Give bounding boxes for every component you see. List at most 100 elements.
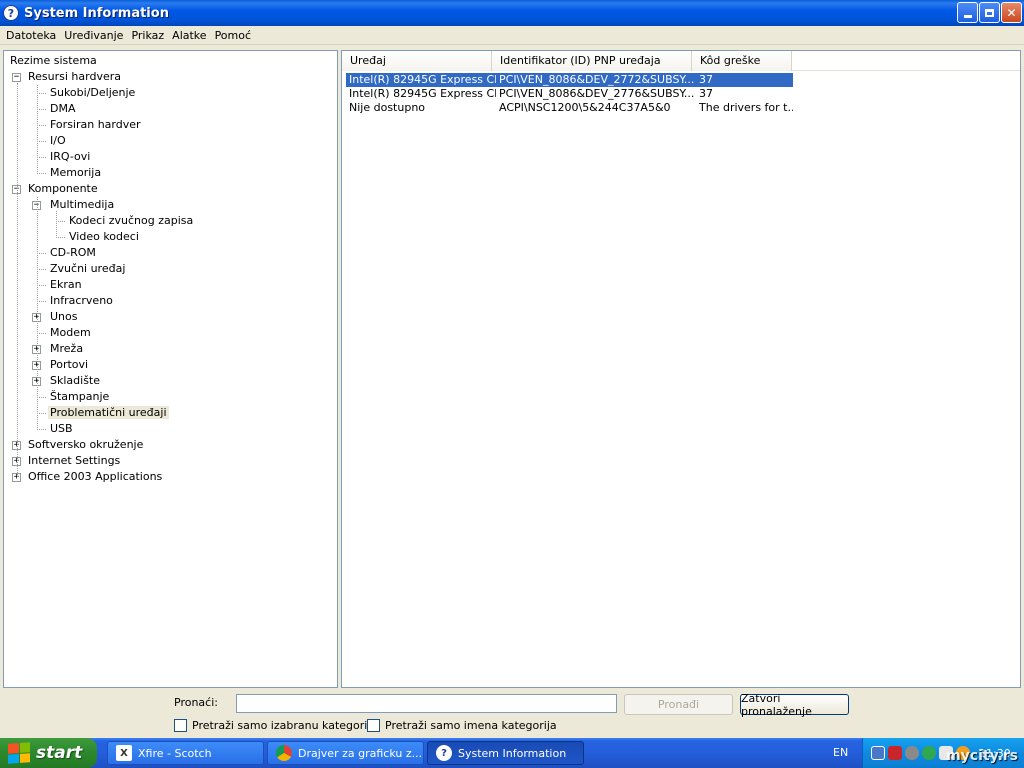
tree-item[interactable]: Skladište xyxy=(48,373,102,389)
close-icon: ✕ xyxy=(1006,5,1017,20)
tree-item-label: Portovi xyxy=(50,358,89,371)
column-header-error-code[interactable]: Kôd greške xyxy=(692,51,792,71)
search-selected-category-checkbox[interactable] xyxy=(174,719,187,732)
menu-item-pomoć[interactable]: Pomoć xyxy=(211,29,255,42)
tree-item[interactable]: I/O xyxy=(48,133,68,149)
antivirus-shield-icon[interactable] xyxy=(888,746,902,760)
menu-item-uređivanje[interactable]: Uređivanje xyxy=(60,29,127,42)
pnp-id-cell: PCI\VEN_8086&DEV_2772&SUBSY... xyxy=(499,73,695,86)
taskbar-item-label: System Information xyxy=(458,746,567,760)
device-cell: Nije dostupno xyxy=(349,101,426,114)
tree-item[interactable]: Kodeci zvučnog zapisa xyxy=(67,213,195,229)
tree-item[interactable]: CD-ROM xyxy=(48,245,98,261)
table-row[interactable]: Intel(R) 82945G Express Chi...PCI\VEN_80… xyxy=(346,73,793,87)
column-header-pnp-id[interactable]: Identifikator (ID) PNP uređaja xyxy=(492,51,692,71)
table-row[interactable]: Nije dostupno ACPI\NSC1200\5&244C37A5&0 Th… xyxy=(346,101,793,115)
error-code-cell: 37 xyxy=(699,87,713,100)
device-cell: Intel(R) 82945G Express Chi... xyxy=(349,87,496,100)
start-label: start xyxy=(36,743,83,763)
tree-item[interactable]: Forsiran hardver xyxy=(48,117,143,133)
restore-button[interactable] xyxy=(979,2,1000,23)
pnp-id-cell: PCI\VEN_8086&DEV_2776&SUBSY... xyxy=(499,87,695,100)
tree-item[interactable]: Štampanje xyxy=(48,389,111,405)
tree-item[interactable]: Mreža xyxy=(48,341,85,357)
column-header-device[interactable]: Uređaj xyxy=(342,51,492,71)
taskbar-item-system-information[interactable]: ? System Information xyxy=(427,741,584,765)
tree-item-label: Zvučni uređaj xyxy=(50,262,126,275)
close-find-button[interactable]: Zatvori pronalaženje xyxy=(740,692,849,718)
tree-item-label: Multimedija xyxy=(50,198,115,211)
tree-item[interactable]: USB xyxy=(48,421,75,437)
tree-item-label: Rezime sistema xyxy=(10,54,97,67)
tree-item[interactable]: IRQ-ovi xyxy=(48,149,92,165)
tree-connector xyxy=(37,197,38,430)
category-tree[interactable]: Rezime sistema Resursi hardvera − Sukobi/De… xyxy=(3,50,338,688)
tree-item[interactable]: Multimedija xyxy=(48,197,116,213)
table-row[interactable]: Intel(R) 82945G Express Chi...PCI\VEN_80… xyxy=(346,87,793,101)
search-selected-category-option[interactable]: Pretraži samo izabranu kategoriju xyxy=(174,719,377,732)
tree-connector xyxy=(17,83,18,477)
messenger-icon[interactable] xyxy=(922,746,936,760)
menu-item-alatke[interactable]: Alatke xyxy=(168,29,210,42)
search-category-names-checkbox[interactable] xyxy=(367,719,380,732)
tree-item[interactable]: Problematični uređaji xyxy=(48,405,169,421)
tree-item[interactable]: Sukobi/Deljenje xyxy=(48,85,137,101)
pnp-id-cell: ACPI\NSC1200\5&244C37A5&0 xyxy=(499,101,671,114)
find-button[interactable]: Pronađi xyxy=(624,694,733,715)
taskbar-item-label: Xfire - Scotch xyxy=(138,746,212,760)
chrome-icon xyxy=(276,745,292,761)
tree-item-label: Resursi hardvera xyxy=(28,70,121,83)
tree-connector xyxy=(56,237,65,238)
tree-connector xyxy=(37,285,46,286)
language-indicator[interactable]: EN xyxy=(833,746,848,759)
taskbar-item-label: Drajver za graficku z... xyxy=(298,746,423,760)
tree-connector xyxy=(37,125,46,126)
taskbar-item-xfire[interactable]: X Xfire - Scotch xyxy=(107,741,264,765)
tree-item[interactable]: Video kodeci xyxy=(67,229,141,245)
tree-item[interactable]: Resursi hardvera xyxy=(26,69,123,85)
tree-item[interactable]: DMA xyxy=(48,101,78,117)
find-input[interactable] xyxy=(236,694,617,713)
tree-item-label: Softversko okruženje xyxy=(28,438,144,451)
tree-item[interactable]: Office 2003 Applications xyxy=(26,469,164,485)
watermark: mycity.rs xyxy=(946,748,1018,764)
tree-item-label: Office 2003 Applications xyxy=(28,470,163,483)
tree-item[interactable]: Komponente xyxy=(26,181,100,197)
taskbar-item-chrome[interactable]: Drajver za graficku z... xyxy=(267,741,424,765)
tree-connector xyxy=(37,173,46,174)
tree-item-label: Štampanje xyxy=(50,390,110,403)
tree-item-label: CD-ROM xyxy=(50,246,96,259)
tree-item-label: Ekran xyxy=(50,278,82,291)
xfire-icon: X xyxy=(116,745,132,761)
tree-item[interactable]: Modem xyxy=(48,325,93,341)
tree-item[interactable]: Rezime sistema xyxy=(8,53,99,69)
title-bar[interactable]: ? System Information ✕ xyxy=(0,0,1024,26)
tree-connector xyxy=(56,221,65,222)
tree-item[interactable]: Zvučni uređaj xyxy=(48,261,127,277)
details-list[interactable]: Uređaj Identifikator (ID) PNP uređaja Kô… xyxy=(341,50,1021,688)
tree-item[interactable]: Internet Settings xyxy=(26,453,122,469)
tree-item[interactable]: Portovi xyxy=(48,357,90,373)
menu-item-datoteka[interactable]: Datoteka xyxy=(2,29,60,42)
tree-item[interactable]: Ekran xyxy=(48,277,84,293)
menu-item-prikaz[interactable]: Prikaz xyxy=(127,29,168,42)
device-cell: Intel(R) 82945G Express Chi... xyxy=(349,73,496,86)
tree-item-label: DMA xyxy=(50,102,76,115)
volume-icon[interactable] xyxy=(905,746,919,760)
network-icon[interactable] xyxy=(871,746,885,760)
help-icon: ? xyxy=(436,745,452,761)
tree-connector xyxy=(37,253,46,254)
tree-item[interactable]: Unos xyxy=(48,309,79,325)
tree-connector xyxy=(37,333,46,334)
search-selected-category-label: Pretraži samo izabranu kategoriju xyxy=(192,719,378,732)
search-category-names-option[interactable]: Pretraži samo imena kategorija xyxy=(367,719,557,732)
collapse-icon[interactable]: − xyxy=(12,73,21,82)
minimize-icon xyxy=(963,15,972,18)
close-button[interactable]: ✕ xyxy=(1001,2,1022,23)
tree-item-label: Kodeci zvučnog zapisa xyxy=(69,214,194,227)
start-button[interactable]: start xyxy=(0,738,97,768)
tree-item[interactable]: Memorija xyxy=(48,165,103,181)
tree-item[interactable]: Infracrveno xyxy=(48,293,115,309)
tree-item[interactable]: Softversko okruženje xyxy=(26,437,145,453)
minimize-button[interactable] xyxy=(957,2,978,23)
